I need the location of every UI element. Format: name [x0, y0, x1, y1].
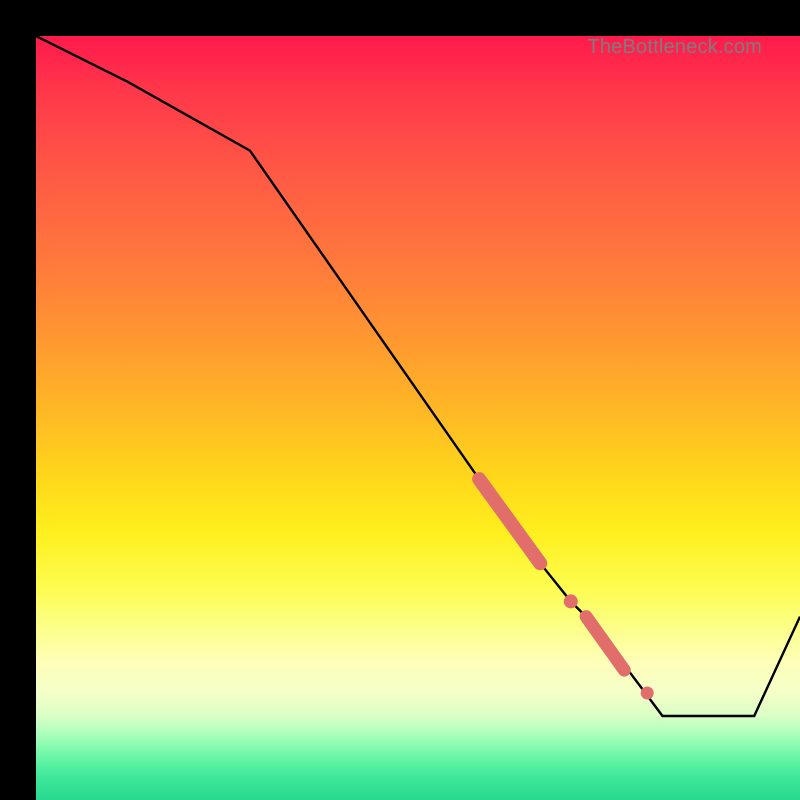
- chart-frame: TheBottleneck.com: [0, 0, 800, 800]
- highlight-dot-2: [641, 687, 654, 700]
- highlight-dot-1: [564, 594, 578, 608]
- bottleneck-curve: [36, 36, 800, 800]
- plot-area: [36, 36, 800, 800]
- highlight-segment-2: [586, 617, 624, 671]
- watermark-text: TheBottleneck.com: [587, 36, 762, 59]
- highlight-segment-1: [479, 479, 540, 563]
- curve-path: [36, 36, 800, 716]
